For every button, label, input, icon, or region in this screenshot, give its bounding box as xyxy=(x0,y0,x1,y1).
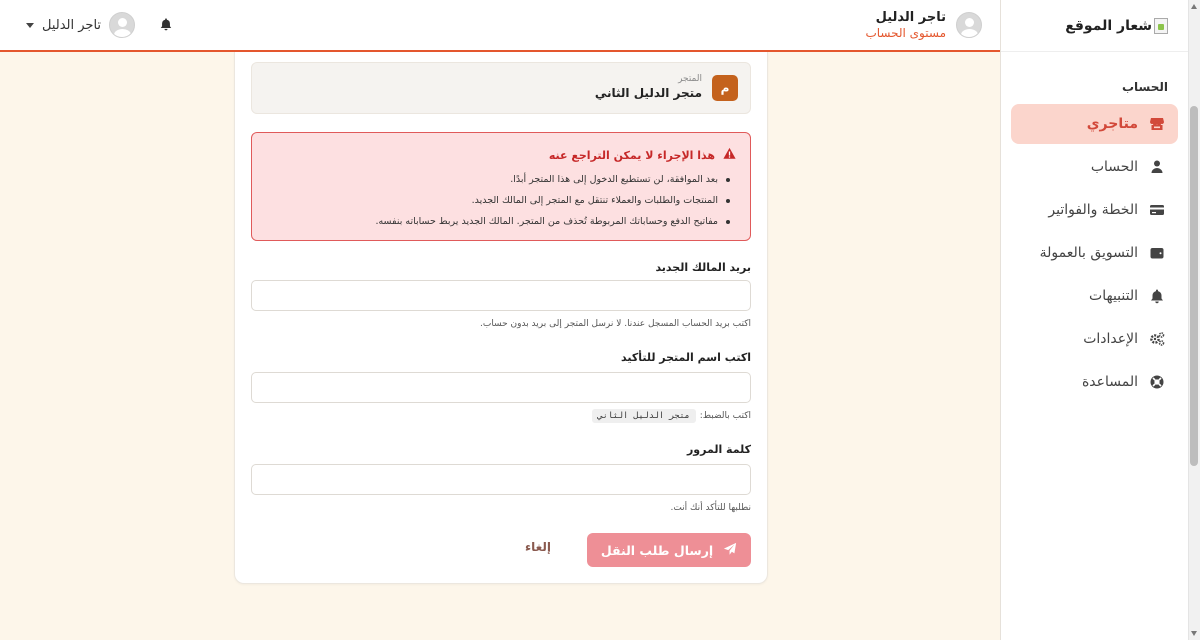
sidebar-item-label: المساعدة xyxy=(1081,374,1138,390)
cancel-button[interactable]: إلغاء xyxy=(525,540,551,554)
user-icon xyxy=(1148,158,1166,176)
account-level-link[interactable]: مستوى الحساب xyxy=(865,26,946,40)
scroll-up-arrow-icon[interactable] xyxy=(1191,4,1197,9)
sidebar-section-title: الحساب xyxy=(1121,80,1168,94)
user-menu[interactable]: تاجر الدليل xyxy=(26,12,136,38)
avatar xyxy=(109,12,136,38)
list-item: المنتجات والطلبات والعملاء تنتقل مع المت… xyxy=(266,190,732,211)
scroll-down-arrow-icon[interactable] xyxy=(1191,631,1197,636)
submit-label: إرسال طلب النقل xyxy=(600,542,714,558)
confirm-store-name-label: اكتب اسم المتجر للتأكيد xyxy=(620,351,751,364)
sidebar: شعار الموقع الحساب متاجري الحساب الخطة و… xyxy=(1000,0,1188,640)
confirm-store-name-input[interactable] xyxy=(251,372,751,403)
scrollbar-thumb[interactable] xyxy=(1190,106,1198,466)
notifications-bell-icon[interactable] xyxy=(159,16,173,35)
logo-text: شعار الموقع xyxy=(1065,17,1152,34)
store-name-code: متجر الدليل الثاني xyxy=(591,409,696,423)
warning-list: بعد الموافقة، لن تستطيع الدخول إلى هذا ا… xyxy=(266,169,736,232)
page-scrollbar[interactable] xyxy=(1188,0,1200,640)
chevron-down-icon xyxy=(26,22,34,28)
sidebar-item-label: الخطة والفواتير xyxy=(1048,202,1138,218)
site-logo[interactable]: شعار الموقع xyxy=(1001,0,1188,52)
submit-transfer-button[interactable]: إرسال طلب النقل xyxy=(587,533,751,567)
irreversible-warning: هذا الإجراء لا يمكن التراجع عنه بعد المو… xyxy=(251,132,751,241)
top-header: تاجر الدليل مستوى الحساب تاجر الدليل xyxy=(0,0,1000,52)
avatar xyxy=(956,11,982,38)
wallet-icon xyxy=(1148,244,1166,262)
warning-triangle-icon xyxy=(723,147,736,163)
sidebar-item-label: التنبيهات xyxy=(1089,288,1138,304)
sidebar-item-my-stores[interactable]: متاجري xyxy=(1011,104,1178,144)
sidebar-item-settings[interactable]: الإعدادات xyxy=(1011,319,1178,359)
sidebar-item-label: الإعدادات xyxy=(1083,331,1138,347)
send-paper-plane-icon xyxy=(723,542,737,559)
store-summary: م المتجر متجر الدليل الثاني xyxy=(251,62,751,114)
list-item: بعد الموافقة، لن تستطيع الدخول إلى هذا ا… xyxy=(266,169,732,190)
store-badge: م xyxy=(712,75,738,101)
store-label: المتجر xyxy=(678,74,702,85)
store-icon xyxy=(1148,115,1166,133)
user-menu-name: تاجر الدليل xyxy=(42,17,102,33)
password-input[interactable] xyxy=(251,464,751,495)
warning-title: هذا الإجراء لا يمكن التراجع عنه xyxy=(548,148,715,162)
sidebar-item-notifications[interactable]: التنبيهات xyxy=(1011,276,1178,316)
sidebar-item-label: متاجري xyxy=(1086,116,1138,132)
password-help: نطلبها للتأكد أنك أنت. xyxy=(670,503,751,513)
confirm-store-name-help: اكتب بالضبط: متجر الدليل الثاني xyxy=(251,409,751,423)
bell-icon xyxy=(1148,287,1166,305)
broken-image-icon xyxy=(1154,17,1168,34)
sidebar-item-label: التسويق بالعمولة xyxy=(1039,245,1138,261)
account-summary[interactable]: تاجر الدليل مستوى الحساب xyxy=(865,10,1000,40)
sidebar-item-label: الحساب xyxy=(1090,159,1138,175)
credit-card-icon xyxy=(1148,201,1166,219)
sidebar-item-account[interactable]: الحساب xyxy=(1011,147,1178,187)
new-owner-email-help: اكتب بريد الحساب المسجل عندنا. لا نرسل ا… xyxy=(479,319,751,329)
sidebar-item-billing[interactable]: الخطة والفواتير xyxy=(1011,190,1178,230)
gears-icon xyxy=(1148,330,1166,348)
confirm-help-prefix: اكتب بالضبط: xyxy=(699,411,751,421)
password-label: كلمة المرور xyxy=(686,443,751,456)
transfer-store-card: م المتجر متجر الدليل الثاني هذا الإجراء … xyxy=(234,52,768,584)
new-owner-email-label: بريد المالك الجديد xyxy=(655,261,751,274)
list-item: مفاتيح الدفع وحساباتك المربوطة تُحذف من … xyxy=(266,211,732,232)
sidebar-item-affiliate[interactable]: التسويق بالعمولة xyxy=(1011,233,1178,273)
sidebar-item-help[interactable]: المساعدة xyxy=(1011,362,1178,402)
lifebuoy-icon xyxy=(1148,373,1166,391)
new-owner-email-input[interactable] xyxy=(251,280,751,311)
user-name: تاجر الدليل xyxy=(875,10,946,25)
store-name: متجر الدليل الثاني xyxy=(594,86,702,101)
